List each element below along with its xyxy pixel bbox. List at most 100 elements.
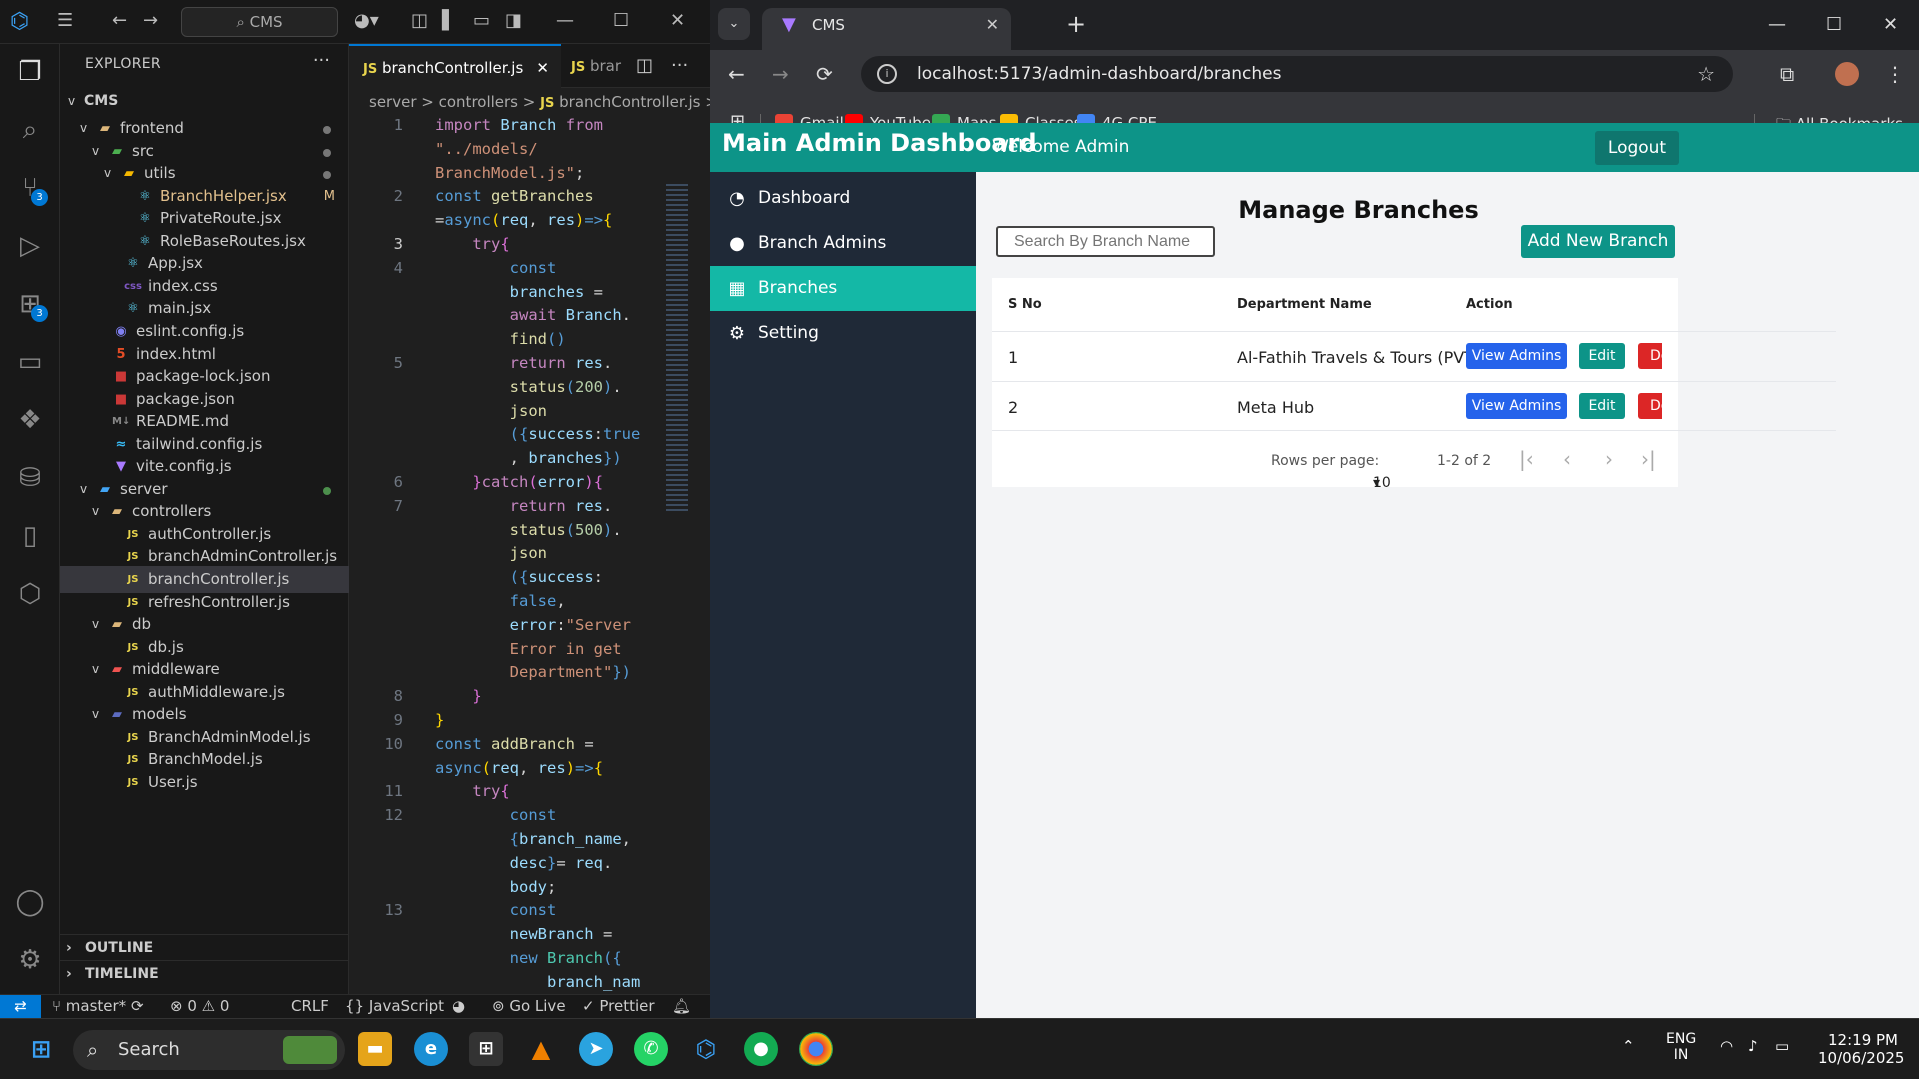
header-department[interactable]: Department Name <box>1237 297 1372 312</box>
edit-button[interactable]: Edit <box>1579 393 1625 419</box>
run-debug-icon[interactable]: ▷ <box>12 228 48 264</box>
close-window-icon[interactable]: ✕ <box>1883 14 1898 35</box>
database-icon[interactable]: ⛁ <box>12 460 48 496</box>
prettier-button[interactable]: ✓ Prettier <box>582 995 655 1018</box>
battery-icon[interactable]: ▭ <box>1775 1037 1789 1055</box>
header-sno[interactable]: S No <box>1008 297 1042 312</box>
containers-icon[interactable]: ⬡ <box>12 576 48 612</box>
code-editor[interactable]: 1234567891011121314 import Branch from "… <box>349 114 710 994</box>
tree-root[interactable]: v CMS <box>60 88 349 115</box>
mongodb-compass-icon[interactable]: ● <box>744 1032 778 1066</box>
problems-indicator[interactable]: ⊗ 0 ⚠ 0 <box>170 995 229 1018</box>
chrome-taskbar-icon[interactable] <box>799 1032 833 1066</box>
command-center-search[interactable]: ⌕ CMS <box>181 7 338 37</box>
remote-indicator-icon[interactable]: ⇄ <box>0 995 41 1018</box>
clock[interactable]: 12:19 PM 10/06/2025 <box>1818 1031 1904 1067</box>
vlc-icon[interactable]: ▲ <box>524 1032 558 1066</box>
explorer-icon[interactable]: ❐ <box>12 54 48 90</box>
forward-icon[interactable]: → <box>772 62 789 86</box>
whatsapp-icon[interactable]: ✆ <box>634 1032 668 1066</box>
add-branch-button[interactable]: Add New Branch <box>1521 225 1675 258</box>
language-indicator[interactable]: ENG IN <box>1666 1031 1696 1063</box>
edit-button[interactable]: Edit <box>1579 343 1625 369</box>
show-hidden-icons-icon[interactable]: ⌃ <box>1622 1037 1635 1055</box>
remote-explorer-icon[interactable]: ▭ <box>12 344 48 380</box>
next-page-icon[interactable]: › <box>1605 447 1613 471</box>
first-page-icon[interactable]: |‹ <box>1519 447 1534 471</box>
copilot-status-icon[interactable]: ◕ <box>452 995 465 1018</box>
layout-icon[interactable]: ◫ <box>411 10 428 32</box>
chrome-menu-icon[interactable]: ⋮ <box>1885 62 1905 86</box>
vscode-taskbar-icon[interactable]: ⌬ <box>689 1032 723 1066</box>
taskbar-search[interactable]: ⌕ Search <box>73 1030 345 1070</box>
toggle-sidebar-icon[interactable]: ▌ <box>442 10 456 32</box>
file-item[interactable]: JS User.js <box>60 769 349 796</box>
minimize-icon[interactable]: — <box>556 10 574 32</box>
reload-icon[interactable]: ⟳ <box>816 62 833 86</box>
maximize-icon[interactable]: ☐ <box>1826 14 1842 35</box>
source-control-badge: 3 <box>31 189 48 206</box>
delete-button[interactable]: De <box>1638 393 1662 419</box>
close-tab-icon[interactable]: ✕ <box>536 46 549 90</box>
browser-tab-cms[interactable]: ▼ CMS ✕ <box>762 8 1011 50</box>
logout-button[interactable]: Logout <box>1595 131 1679 165</box>
last-page-icon[interactable]: ›| <box>1641 447 1656 471</box>
branch-search-input[interactable] <box>996 226 1215 257</box>
maximize-icon[interactable]: ☐ <box>613 10 629 32</box>
profile-avatar[interactable] <box>1835 62 1859 86</box>
toggle-panel-icon[interactable]: ▭ <box>473 10 490 32</box>
sidebar-item-branches[interactable]: ▦ Branches <box>710 266 976 311</box>
volume-icon[interactable]: ♪ <box>1748 1037 1758 1055</box>
back-arrow-icon[interactable]: ← <box>112 10 127 32</box>
outline-section[interactable]: › OUTLINE <box>60 934 349 960</box>
timeline-section[interactable]: › TIMELINE <box>60 960 349 986</box>
language-mode[interactable]: {} JavaScript <box>345 995 444 1018</box>
close-icon[interactable]: ✕ <box>670 10 685 32</box>
site-info-icon[interactable]: i <box>877 64 897 84</box>
crumb-controllers[interactable]: controllers <box>439 93 518 111</box>
tab-search-dropdown-icon[interactable]: ⌄ <box>718 8 750 40</box>
settings-gear-icon[interactable]: ⚙ <box>12 942 48 978</box>
crumb-server[interactable]: server <box>369 93 416 111</box>
notifications-bell-icon[interactable]: 🔔︎ <box>672 995 691 1018</box>
wifi-icon[interactable]: ◠ <box>1720 1037 1733 1055</box>
delete-button[interactable]: De <box>1638 343 1662 369</box>
prev-page-icon[interactable]: ‹ <box>1563 447 1571 471</box>
toggle-secondary-sidebar-icon[interactable]: ◨ <box>505 10 522 32</box>
more-actions-icon[interactable]: ··· <box>671 44 688 88</box>
git-branch[interactable]: ⑂ master* ⟳ <box>52 995 144 1018</box>
source-control-icon[interactable]: ⑂ 3 <box>12 170 48 206</box>
store-icon[interactable]: ⊞ <box>469 1032 503 1066</box>
tab-other[interactable]: JS brar <box>561 44 631 88</box>
windows-start-icon[interactable]: ⊞ <box>24 1032 58 1066</box>
sidebar-item-setting[interactable]: ⚙ Setting <box>710 311 976 356</box>
go-live-button[interactable]: ⊚ Go Live <box>492 995 566 1018</box>
tab-branchcontroller[interactable]: JS branchController.js ✕ <box>349 44 561 88</box>
menu-icon[interactable]: ☰ <box>57 10 73 32</box>
more-actions-icon[interactable]: ··· <box>313 50 330 71</box>
search-icon[interactable]: ⌕ <box>12 112 48 148</box>
back-icon[interactable]: ← <box>728 62 745 86</box>
address-bar[interactable]: i localhost:5173/admin-dashboard/branche… <box>861 56 1733 92</box>
minimize-icon[interactable]: — <box>1768 14 1786 35</box>
bookmark-star-icon[interactable]: ☆ <box>1697 56 1715 92</box>
account-icon[interactable]: ◯ <box>12 884 48 920</box>
eol-indicator[interactable]: CRLF <box>291 995 329 1018</box>
python-icon[interactable]: ❖ <box>12 402 48 438</box>
crumb-file[interactable]: branchController.js <box>559 93 700 111</box>
view-admins-button[interactable]: View Admins <box>1466 393 1567 419</box>
telegram-icon[interactable]: ➤ <box>579 1032 613 1066</box>
minimap[interactable] <box>666 184 688 514</box>
extensions-icon[interactable]: ⊞ 3 <box>12 286 48 322</box>
mobile-icon[interactable]: ▯ <box>12 518 48 554</box>
extensions-icon[interactable]: ⧉ <box>1780 62 1794 86</box>
copilot-icon[interactable]: ◕▾ <box>354 10 379 32</box>
edge-icon[interactable]: e <box>414 1032 448 1066</box>
forward-arrow-icon[interactable]: → <box>143 10 158 32</box>
split-editor-icon[interactable]: ◫ <box>636 44 653 88</box>
new-tab-icon[interactable]: + <box>1066 10 1086 38</box>
view-admins-button[interactable]: View Admins <box>1466 343 1567 369</box>
close-tab-icon[interactable]: ✕ <box>986 8 999 42</box>
file-explorer-icon[interactable]: ▬ <box>358 1032 392 1066</box>
sidebar-item-branch-admins[interactable]: ● Branch Admins <box>710 221 976 266</box>
